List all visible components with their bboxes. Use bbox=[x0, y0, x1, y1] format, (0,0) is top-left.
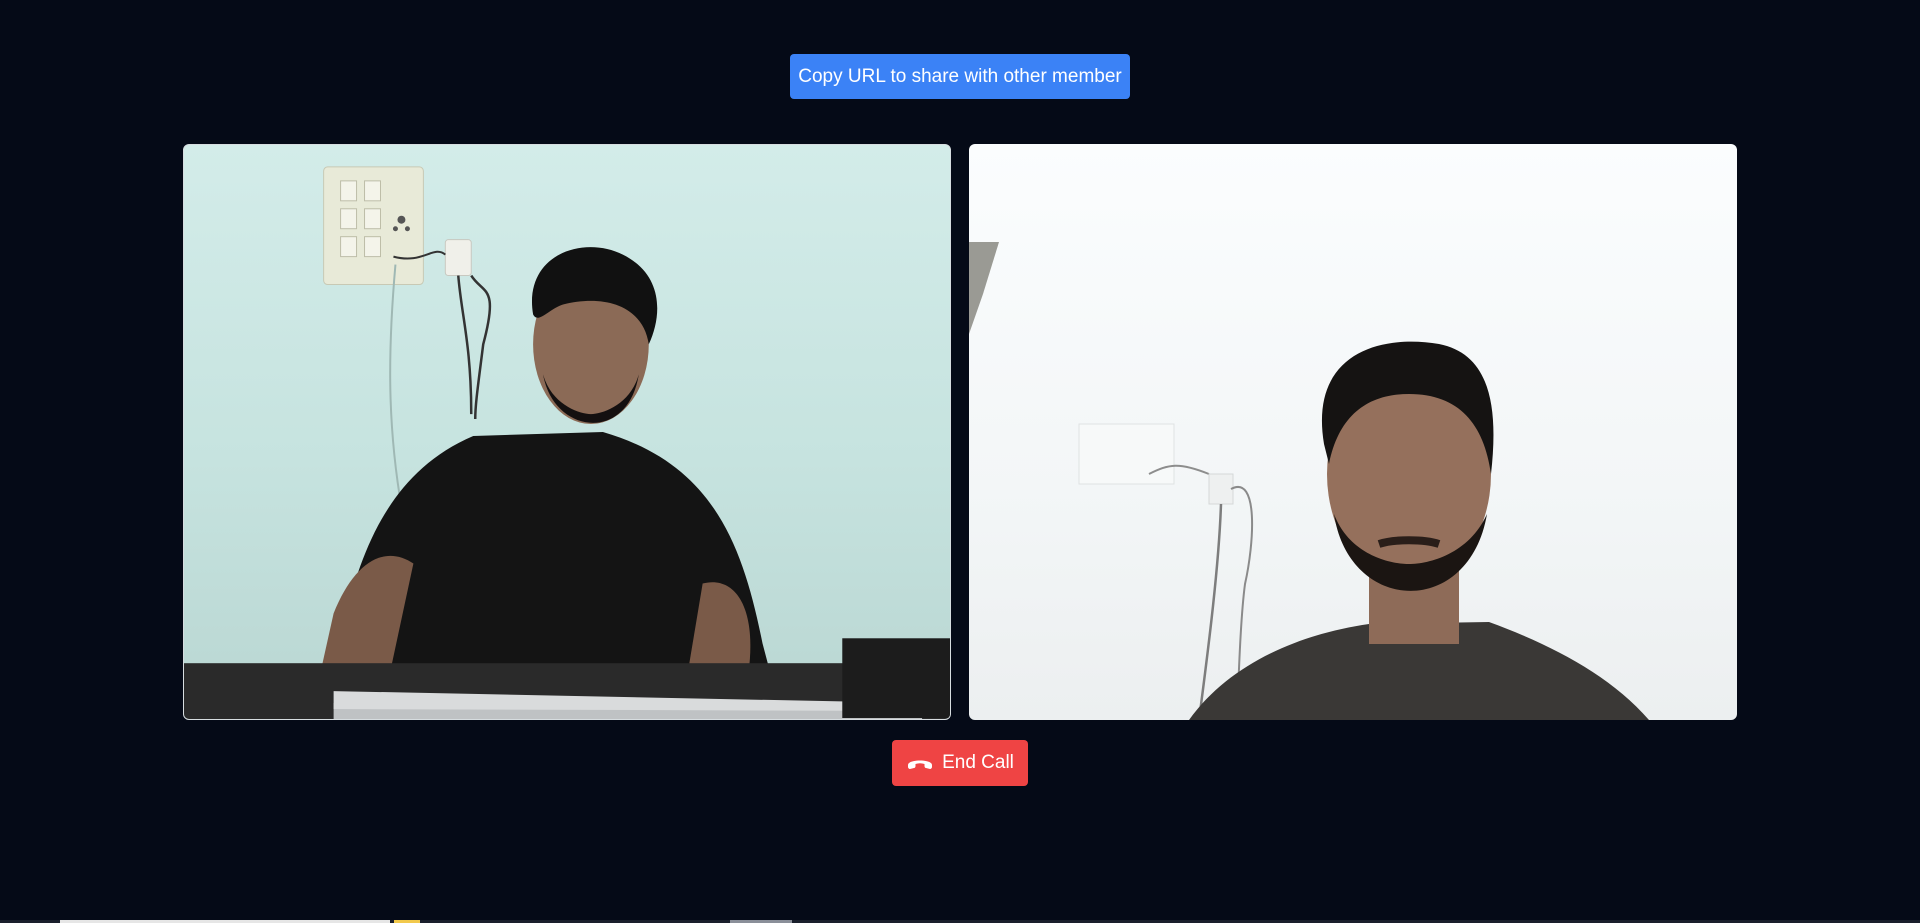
copy-url-button[interactable]: Copy URL to share with other member bbox=[790, 54, 1130, 99]
local-video bbox=[183, 144, 951, 720]
end-call-button[interactable]: End Call bbox=[892, 740, 1028, 786]
remote-video-frame bbox=[969, 242, 1649, 720]
phone-hangup-icon bbox=[906, 755, 934, 771]
remote-video bbox=[969, 144, 1737, 720]
video-call-page: Copy URL to share with other member End … bbox=[0, 0, 1920, 923]
end-call-label: End Call bbox=[942, 752, 1014, 773]
local-video-frame bbox=[184, 166, 950, 719]
